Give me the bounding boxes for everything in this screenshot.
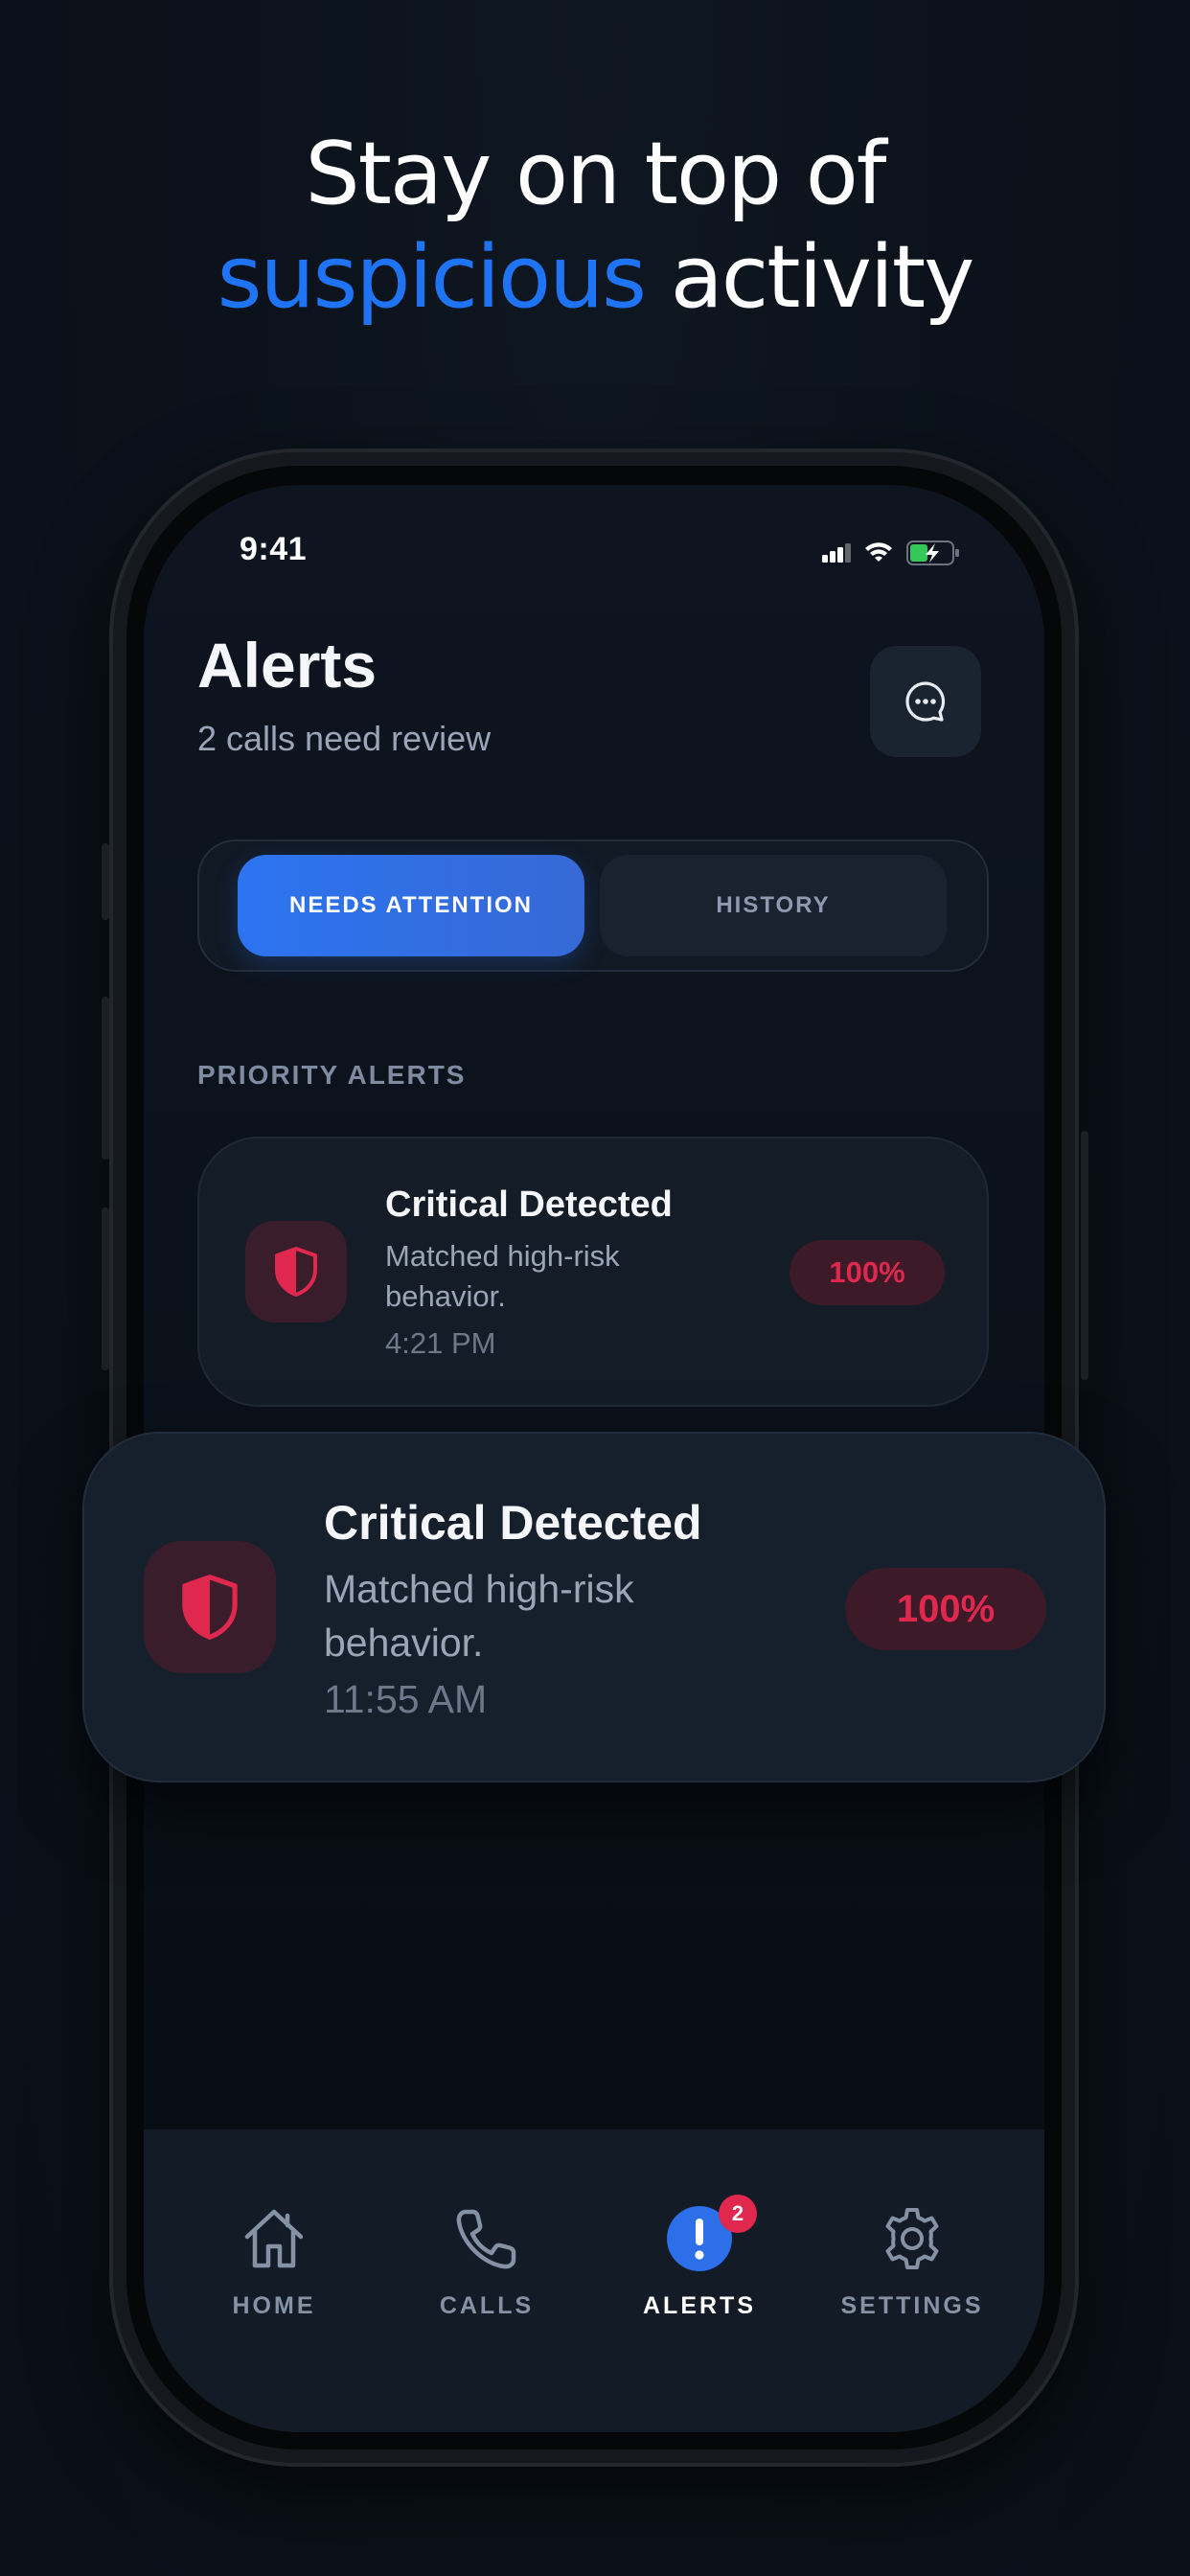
- bottom-tab-bar: HOME CALLS 2 ALERTS SETTINGS: [144, 2129, 1044, 2432]
- alert-icon-tile: [245, 1221, 347, 1322]
- phone-mute-switch: [102, 843, 109, 920]
- battery-icon: [906, 540, 959, 565]
- headline-line-2: suspicious activity: [0, 226, 1190, 330]
- tab-history[interactable]: HISTORY: [600, 855, 947, 956]
- alert-description: Matched high-risk behavior.: [324, 1562, 634, 1669]
- tab-home[interactable]: HOME: [178, 2198, 370, 2320]
- alert-description-line: behavior.: [385, 1279, 506, 1313]
- phone-power-button: [1081, 1131, 1088, 1380]
- alert-description-line: Matched high-risk: [385, 1239, 620, 1273]
- phone-volume-up-button: [102, 997, 109, 1160]
- status-time: 9:41: [240, 531, 308, 567]
- alert-time: 4:21 PM: [385, 1326, 496, 1360]
- messages-button[interactable]: [870, 646, 981, 757]
- alert-card[interactable]: Critical Detected Matched high-risk beha…: [197, 1137, 989, 1407]
- alert-description: Matched high-risk behavior.: [385, 1236, 620, 1317]
- tab-needs-attention[interactable]: NEEDS ATTENTION: [238, 855, 584, 956]
- segmented-control: NEEDS ATTENTION HISTORY: [197, 840, 989, 972]
- shield-icon: [182, 1575, 238, 1640]
- alert-card-featured[interactable]: Critical Detected Matched high-risk beha…: [82, 1432, 1106, 1782]
- alert-description-line: behavior.: [324, 1621, 484, 1665]
- tab-settings-label: SETTINGS: [840, 2292, 984, 2319]
- tab-calls-label: CALLS: [439, 2292, 535, 2319]
- alert-title: Critical Detected: [385, 1184, 673, 1225]
- marketing-headline: Stay on top of suspicious activity: [0, 123, 1190, 330]
- home-icon: [244, 2209, 304, 2268]
- tab-home-label: HOME: [232, 2292, 316, 2319]
- page-title: Alerts: [197, 630, 378, 701]
- headline-line-1: Stay on top of: [305, 124, 887, 224]
- shield-icon: [275, 1247, 317, 1297]
- message-icon: [905, 681, 946, 722]
- alert-title: Critical Detected: [324, 1496, 702, 1550]
- signal-icon: [822, 543, 851, 563]
- headline-rest: activity: [645, 227, 975, 328]
- alert-icon-tile: [144, 1541, 276, 1673]
- tab-alerts[interactable]: 2 ALERTS: [604, 2195, 795, 2320]
- risk-score-badge: 100%: [790, 1240, 945, 1305]
- tab-alerts-label: ALERTS: [643, 2292, 756, 2319]
- status-icons: [822, 540, 960, 565]
- alert-description-line: Matched high-risk: [324, 1567, 634, 1611]
- phone-volume-down-button: [102, 1208, 109, 1370]
- alert-time: 11:55 AM: [324, 1677, 488, 1721]
- risk-score-badge: 100%: [845, 1568, 1046, 1650]
- headline-accent-word: suspicious: [217, 227, 647, 328]
- wifi-icon: [865, 542, 892, 562]
- gear-icon: [885, 2208, 939, 2269]
- tab-calls[interactable]: CALLS: [391, 2198, 583, 2320]
- phone-icon: [456, 2209, 516, 2269]
- tab-settings[interactable]: SETTINGS: [816, 2198, 1008, 2320]
- alerts-count-badge: 2: [719, 2195, 757, 2233]
- section-label: PRIORITY ALERTS: [197, 1060, 467, 1090]
- page-subtitle: 2 calls need review: [197, 719, 492, 758]
